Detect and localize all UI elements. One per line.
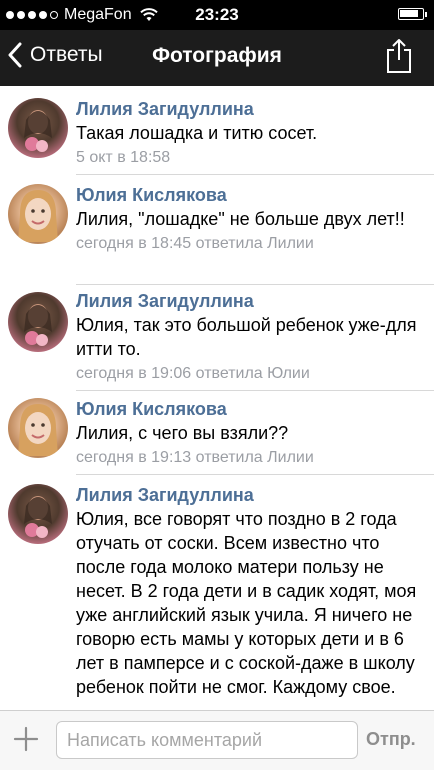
status-bar: MegaFon 23:23 bbox=[0, 0, 434, 30]
page-title: Фотография bbox=[152, 44, 282, 67]
comment-text: Юлия, так это большой ребенок уже-для ит… bbox=[76, 315, 417, 359]
divider bbox=[76, 390, 434, 391]
avatar-photo bbox=[24, 496, 52, 538]
comment-body: Лилия Загидуллина Такая лошадка и титю с… bbox=[76, 98, 422, 169]
comment-text: Лилия, с чего вы взяли?? bbox=[76, 423, 289, 443]
comments-list: Лилия Загидуллина Такая лошадка и титю с… bbox=[0, 86, 434, 710]
comment-body: Лилия Загидуллина Юлия, так это большой … bbox=[76, 290, 422, 385]
send-button[interactable]: Отпр. bbox=[366, 729, 416, 750]
divider bbox=[76, 284, 434, 285]
comment-text: Такая лошадка и титю сосет. bbox=[76, 123, 318, 143]
comment-author[interactable]: Лилия Загидуллина bbox=[76, 290, 422, 312]
avatar-photo bbox=[18, 404, 58, 456]
divider bbox=[76, 474, 434, 475]
avatar[interactable] bbox=[8, 184, 68, 244]
comment-body: Лилия Загидуллина Юлия, все говорят что … bbox=[76, 484, 422, 701]
battery-icon bbox=[398, 8, 427, 20]
avatar-photo bbox=[18, 190, 58, 242]
comment-author[interactable]: Юлия Кислякова bbox=[76, 398, 422, 420]
plus-icon[interactable] bbox=[12, 725, 40, 753]
battery-level bbox=[400, 10, 418, 17]
comment-text: Юлия, все говорят что поздно в 2 года от… bbox=[76, 509, 417, 697]
nav-bar: Ответы Фотография bbox=[0, 30, 434, 86]
comment-meta: сегодня в 19:06 ответила Юлии bbox=[76, 365, 310, 382]
status-time: 23:23 bbox=[195, 5, 239, 24]
comment-author[interactable]: Лилия Загидуллина bbox=[76, 484, 422, 506]
comment-input[interactable] bbox=[56, 721, 358, 759]
comment-body: Юлия Кислякова Лилия, "лошадке" не больш… bbox=[76, 184, 422, 255]
comment-meta: 5 окт в 18:58 bbox=[76, 149, 171, 166]
avatar-photo bbox=[24, 110, 52, 152]
divider bbox=[76, 174, 434, 175]
avatar[interactable] bbox=[8, 484, 68, 544]
share-icon[interactable] bbox=[384, 38, 414, 74]
comment-author[interactable]: Лилия Загидуллина bbox=[76, 98, 422, 120]
avatar[interactable] bbox=[8, 98, 68, 158]
comment-meta: сегодня в 18:45 ответила Лилии bbox=[76, 235, 314, 252]
comment-author[interactable]: Юлия Кислякова bbox=[76, 184, 422, 206]
comment-meta: сегодня в 19:13 ответила Лилии bbox=[76, 449, 314, 466]
comment-body: Юлия Кислякова Лилия, с чего вы взяли?? … bbox=[76, 398, 422, 469]
comment-composer: Отпр. bbox=[0, 710, 434, 770]
avatar[interactable] bbox=[8, 292, 68, 352]
comment-text: Лилия, "лошадке" не больше двух лет!! bbox=[76, 209, 405, 229]
avatar[interactable] bbox=[8, 398, 68, 458]
avatar-photo bbox=[24, 304, 52, 346]
